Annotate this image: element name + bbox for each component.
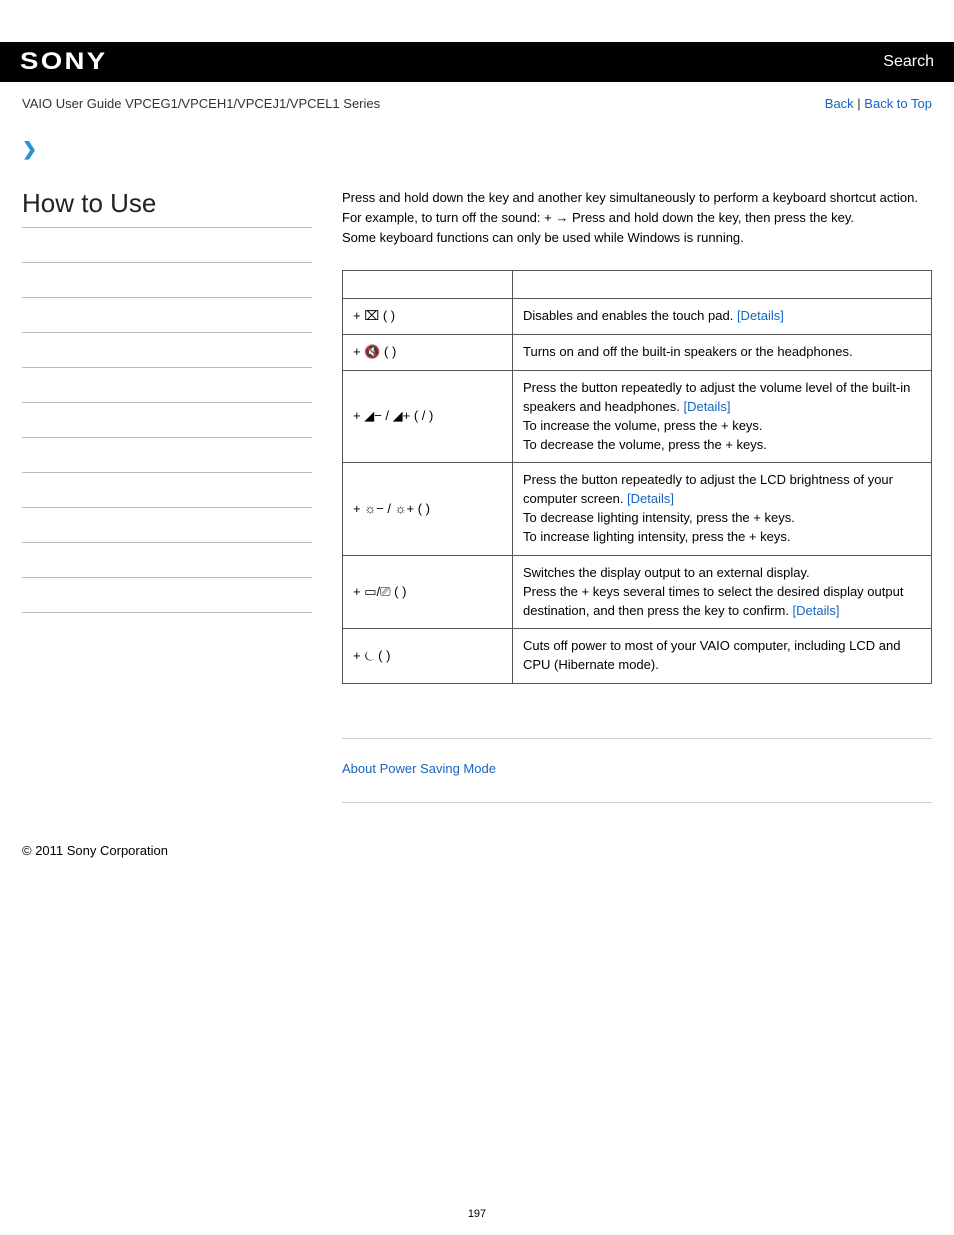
intro-line2c: → Press and hold down the: [555, 210, 718, 225]
desc-cell: Switches the display output to an extern…: [513, 555, 932, 629]
intro-line2a: For example, to turn off the sound:: [342, 210, 544, 225]
key-cell: + ⏾ ( ): [343, 629, 513, 684]
sidebar-divider: [22, 367, 312, 368]
key-suffix: ( ): [414, 501, 430, 516]
key-prefix: +: [353, 408, 364, 423]
sidebar-divider: [22, 577, 312, 578]
hibernate-icon: ⏾: [364, 648, 374, 663]
key-cell: + ▭/⎚ ( ): [343, 555, 513, 629]
copyright: © 2011 Sony Corporation: [0, 843, 954, 898]
desc-cell: Turns on and off the built-in speakers o…: [513, 335, 932, 371]
sidebar-divider: [22, 472, 312, 473]
key-prefix: +: [353, 501, 364, 516]
key-suffix: ( ): [379, 308, 395, 323]
page-title: How to Use: [22, 188, 312, 219]
intro-line3: Some keyboard functions can only be used…: [342, 230, 744, 245]
sidebar-divider: [22, 437, 312, 438]
sidebar: How to Use: [22, 188, 312, 825]
table-row: + ⏾ ( ) Cuts off power to most of your V…: [343, 629, 932, 684]
desc-text: To decrease the volume, press the + keys…: [523, 437, 767, 452]
key-prefix: +: [353, 584, 364, 599]
sidebar-divider: [22, 542, 312, 543]
sidebar-divider: [22, 297, 312, 298]
details-link[interactable]: [Details]: [737, 308, 784, 323]
desc-text: Cuts off power to most of your VAIO comp…: [523, 638, 900, 672]
details-link[interactable]: [Details]: [683, 399, 730, 414]
table-header-row: [343, 271, 932, 299]
key-cell: + 🔇 ( ): [343, 335, 513, 371]
sidebar-divider: [22, 332, 312, 333]
desc-cell: Press the button repeatedly to adjust th…: [513, 371, 932, 463]
key-cell: + ⌧ ( ): [343, 299, 513, 335]
shortcuts-table: + ⌧ ( ) Disables and enables the touch p…: [342, 270, 932, 684]
breadcrumb-arrow-icon: ❯: [22, 139, 932, 160]
brightness-icon: ☼− / ☼+: [364, 501, 414, 516]
key-suffix: ( ): [375, 648, 391, 663]
desc-text: Press the button repeatedly to adjust th…: [523, 472, 893, 506]
intro-line1b: key and another key simultaneously to pe…: [489, 190, 918, 205]
key-cell: + ◢− / ◢+ ( / ): [343, 371, 513, 463]
table-row: + ⌧ ( ) Disables and enables the touch p…: [343, 299, 932, 335]
table-row: + ☼− / ☼+ ( ) Press the button repeatedl…: [343, 463, 932, 555]
sidebar-divider: [22, 507, 312, 508]
main-content: Press and hold down the key and another …: [342, 188, 932, 825]
key-prefix: +: [353, 308, 364, 323]
desc-text: Disables and enables the touch pad.: [523, 308, 737, 323]
desc-text: To increase lighting intensity, press th…: [523, 529, 790, 544]
separator: |: [854, 96, 865, 111]
back-to-top-link[interactable]: Back to Top: [864, 96, 932, 111]
details-link[interactable]: [Details]: [793, 603, 840, 618]
display-icon: ▭/⎚: [364, 584, 390, 599]
desc-text: To decrease lighting intensity, press th…: [523, 510, 795, 525]
details-link[interactable]: [Details]: [627, 491, 674, 506]
desc-text: Switches the display output to an extern…: [523, 565, 810, 580]
desc-cell: Disables and enables the touch pad. [Det…: [513, 299, 932, 335]
intro-text: Press and hold down the key and another …: [342, 188, 932, 248]
key-suffix: ( / ): [410, 408, 433, 423]
table-header-keys: [343, 271, 513, 299]
key-suffix: ( ): [391, 584, 407, 599]
sony-logo: SONY: [20, 48, 107, 76]
related-divider: [342, 738, 932, 739]
key-cell: + ☼− / ☼+ ( ): [343, 463, 513, 555]
nav-links: Back | Back to Top: [825, 96, 932, 111]
intro-line1a: Press and hold down the: [342, 190, 489, 205]
key-suffix: ( ): [380, 344, 396, 359]
table-row: + 🔇 ( ) Turns on and off the built-in sp…: [343, 335, 932, 371]
table-row: + ▭/⎚ ( ) Switches the display output to…: [343, 555, 932, 629]
sidebar-divider: [22, 402, 312, 403]
sidebar-divider: [22, 262, 312, 263]
sidebar-divider: [22, 227, 312, 228]
desc-text: Press the + keys several times to select…: [523, 584, 903, 618]
desc-cell: Cuts off power to most of your VAIO comp…: [513, 629, 932, 684]
intro-line2b: +: [544, 210, 555, 225]
desc-text: Turns on and off the built-in speakers o…: [523, 344, 853, 359]
mute-icon: 🔇: [364, 344, 380, 359]
sidebar-divider: [22, 612, 312, 613]
intro-line2d: key, then press the: [719, 210, 832, 225]
key-prefix: +: [353, 648, 364, 663]
related-link[interactable]: About Power Saving Mode: [342, 761, 932, 776]
footer-divider: [342, 802, 932, 803]
desc-text: To increase the volume, press the + keys…: [523, 418, 763, 433]
guide-title: VAIO User Guide VPCEG1/VPCEH1/VPCEJ1/VPC…: [22, 96, 380, 111]
search-link[interactable]: Search: [883, 53, 934, 71]
subheader: VAIO User Guide VPCEG1/VPCEH1/VPCEJ1/VPC…: [0, 82, 954, 121]
touchpad-icon: ⌧: [364, 308, 379, 323]
intro-line2e: key.: [831, 210, 854, 225]
header-bar: SONY Search: [0, 42, 954, 82]
table-header-desc: [513, 271, 932, 299]
page-number: 197: [0, 898, 954, 1234]
key-prefix: +: [353, 344, 364, 359]
desc-cell: Press the button repeatedly to adjust th…: [513, 463, 932, 555]
volume-icon: ◢− / ◢+: [364, 408, 410, 423]
table-row: + ◢− / ◢+ ( / ) Press the button repeate…: [343, 371, 932, 463]
back-link[interactable]: Back: [825, 96, 854, 111]
